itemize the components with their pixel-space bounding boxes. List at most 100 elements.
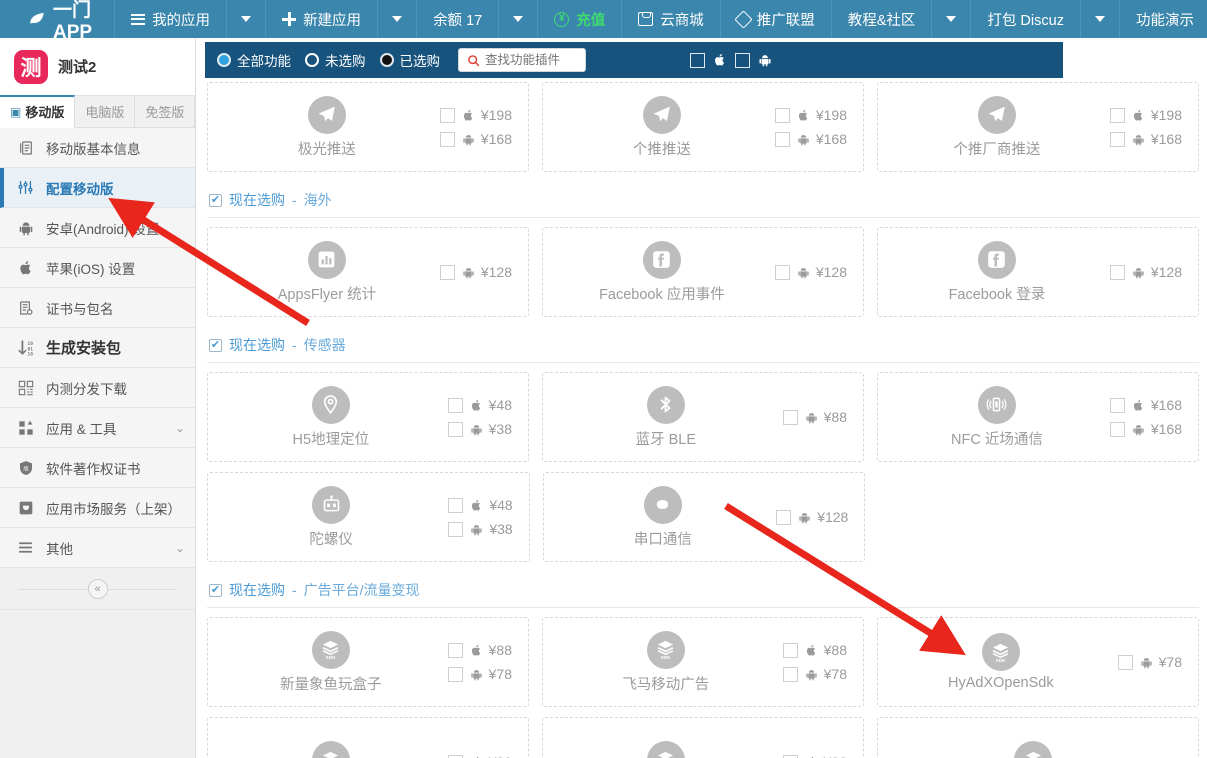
purchase-checkbox[interactable] — [782, 754, 798, 758]
sidebar-item-build-package[interactable]: 10 01 10 生成安装包 — [0, 328, 195, 368]
search-input[interactable] — [485, 53, 577, 67]
section-checkbox[interactable]: ✔ — [209, 583, 222, 597]
android-filter-checkbox[interactable] — [735, 52, 750, 68]
plugin-card[interactable]: AppsFlyer 统计 ¥128 — [207, 227, 529, 317]
plugin-card[interactable]: 陀螺仪 ¥48 ¥38 — [207, 472, 530, 562]
purchase-checkbox[interactable] — [447, 421, 463, 437]
purchase-checkbox[interactable] — [447, 397, 463, 413]
plugin-card[interactable]: SDK ¥88 — [542, 717, 864, 758]
price-option[interactable]: ¥198 — [439, 107, 512, 123]
price-option[interactable]: ¥168 — [774, 131, 847, 147]
filter-option-purchased[interactable]: 已选购 — [379, 50, 440, 70]
purchase-checkbox[interactable] — [439, 131, 455, 147]
purchase-checkbox[interactable] — [1109, 421, 1125, 437]
plugin-card[interactable]: SDK 新量象鱼玩盒子 ¥88 ¥78 — [207, 617, 529, 707]
price-option[interactable]: ¥88 — [447, 754, 512, 758]
plugin-search-box[interactable] — [458, 48, 586, 72]
sidebar-item-beta-download[interactable]: 内测分发下载 — [0, 368, 195, 408]
filter-option-unpurchased[interactable]: 未选购 — [305, 50, 366, 70]
plugin-card[interactable]: SDK ¥88 — [207, 717, 529, 758]
purchase-checkbox[interactable] — [782, 409, 798, 425]
purchase-checkbox[interactable] — [1117, 654, 1133, 670]
nav-caret-discuz[interactable] — [1081, 0, 1120, 38]
nav-item-my-apps[interactable]: 我的应用 — [115, 0, 228, 38]
purchase-checkbox[interactable] — [447, 642, 463, 658]
collapse-sidebar-button[interactable]: « — [87, 578, 108, 599]
price-option[interactable]: ¥128 — [776, 509, 848, 525]
purchase-checkbox[interactable] — [782, 642, 798, 658]
nav-caret-my-apps[interactable] — [227, 0, 267, 38]
price-option[interactable]: ¥78 — [447, 666, 512, 682]
nav-item-cloud-store[interactable]: 云商城 — [622, 0, 721, 38]
sidebar-item-configure-mobile[interactable]: 配置移动版 — [0, 168, 195, 208]
nav-item-new-app[interactable]: 新建应用 — [266, 0, 379, 38]
tab-mobile[interactable]: ▣ 移动版 — [0, 95, 76, 128]
sidebar-item-market-service[interactable]: 应用市场服务（上架） — [0, 488, 195, 528]
purchase-checkbox[interactable] — [448, 521, 464, 537]
price-option[interactable]: ¥168 — [1109, 131, 1182, 147]
purchase-checkbox[interactable] — [447, 666, 463, 682]
price-option[interactable]: ¥198 — [1109, 107, 1182, 123]
filter-option-all[interactable]: 全部功能 — [217, 50, 291, 70]
nav-caret-balance[interactable] — [499, 0, 539, 38]
purchase-checkbox[interactable] — [439, 264, 455, 280]
plugin-card[interactable]: 个推推送 ¥198 ¥168 — [542, 82, 864, 172]
purchase-checkbox[interactable] — [782, 666, 798, 682]
plugin-card[interactable]: 极光推送 ¥198 ¥168 — [207, 82, 529, 172]
price-option[interactable]: ¥88 — [782, 409, 847, 425]
purchase-checkbox[interactable] — [447, 754, 463, 758]
price-option[interactable]: ¥48 — [447, 397, 512, 413]
price-option[interactable]: ¥88 — [447, 642, 512, 658]
nav-item-discuz[interactable]: 打包 Discuz — [971, 0, 1081, 38]
price-option[interactable]: ¥128 — [774, 264, 847, 280]
price-option[interactable]: ¥128 — [439, 264, 512, 280]
tab-desktop[interactable]: 电脑版 — [75, 96, 136, 128]
purchase-checkbox[interactable] — [1109, 397, 1125, 413]
plugin-card[interactable]: Facebook 应用事件 ¥128 — [542, 227, 864, 317]
price-option[interactable]: ¥78 — [1117, 654, 1182, 670]
plugin-card[interactable]: 个推厂商推送 ¥198 ¥168 — [877, 82, 1199, 172]
plugin-card[interactable]: Facebook 登录 ¥128 — [877, 227, 1199, 317]
nav-caret-new-app[interactable] — [378, 0, 418, 38]
purchase-checkbox[interactable] — [774, 131, 790, 147]
price-option[interactable]: ¥38 — [448, 521, 513, 537]
purchase-checkbox[interactable] — [439, 107, 455, 123]
section-checkbox[interactable]: ✔ — [209, 193, 222, 207]
plugin-card[interactable]: SDK 飞马移动广告 ¥88 ¥78 — [542, 617, 864, 707]
price-option[interactable]: ¥88 — [782, 754, 847, 758]
price-option[interactable]: ¥168 — [439, 131, 512, 147]
plugin-card[interactable]: NFC 近场通信 ¥168 ¥168 — [877, 372, 1199, 462]
price-option[interactable]: ¥168 — [1109, 397, 1182, 413]
apple-filter-checkbox[interactable] — [690, 52, 705, 68]
price-option[interactable]: ¥128 — [1109, 264, 1182, 280]
sidebar-item-basic-info[interactable]: 移动版基本信息 — [0, 128, 195, 168]
purchase-checkbox[interactable] — [1109, 264, 1125, 280]
nav-item-demo[interactable]: 功能演示 — [1120, 0, 1207, 38]
sidebar-item-copyright-cert[interactable]: 版 软件著作权证书 — [0, 448, 195, 488]
price-option[interactable]: ¥38 — [447, 421, 512, 437]
price-option[interactable]: ¥168 — [1109, 421, 1182, 437]
nav-caret-tutorial[interactable] — [932, 0, 972, 38]
plugin-card[interactable]: 串口通信 ¥128 — [542, 472, 866, 562]
price-option[interactable]: ¥78 — [782, 666, 847, 682]
plugin-card[interactable]: SDK HyAdXOpenSdk ¥78 — [877, 617, 1199, 707]
sidebar-item-apps-tools[interactable]: 应用 & 工具 ⌄ — [0, 408, 195, 448]
nav-item-recharge[interactable]: ¥ 充值 — [538, 0, 623, 38]
purchase-checkbox[interactable] — [1109, 131, 1125, 147]
sidebar-item-android-settings[interactable]: 安卓(Android) 设置 — [0, 208, 195, 248]
plugin-card[interactable]: 蓝牙 BLE ¥88 — [542, 372, 864, 462]
plugin-card[interactable]: H5地理定位 ¥48 ¥38 — [207, 372, 529, 462]
price-option[interactable]: ¥48 — [448, 497, 513, 513]
section-checkbox[interactable]: ✔ — [209, 338, 222, 352]
price-option[interactable]: ¥198 — [774, 107, 847, 123]
nav-item-tutorial[interactable]: 教程&社区 — [832, 0, 933, 38]
sidebar-item-ios-settings[interactable]: 苹果(iOS) 设置 — [0, 248, 195, 288]
purchase-checkbox[interactable] — [448, 497, 464, 513]
purchase-checkbox[interactable] — [1109, 107, 1125, 123]
plugin-card[interactable]: SDK — [877, 717, 1199, 758]
nav-item-balance[interactable]: 余额 17 — [417, 0, 500, 38]
sidebar-item-other[interactable]: 其他 ⌄ — [0, 528, 195, 568]
tab-nosign[interactable]: 免签版 — [135, 96, 196, 128]
purchase-checkbox[interactable] — [774, 264, 790, 280]
purchase-checkbox[interactable] — [774, 107, 790, 123]
